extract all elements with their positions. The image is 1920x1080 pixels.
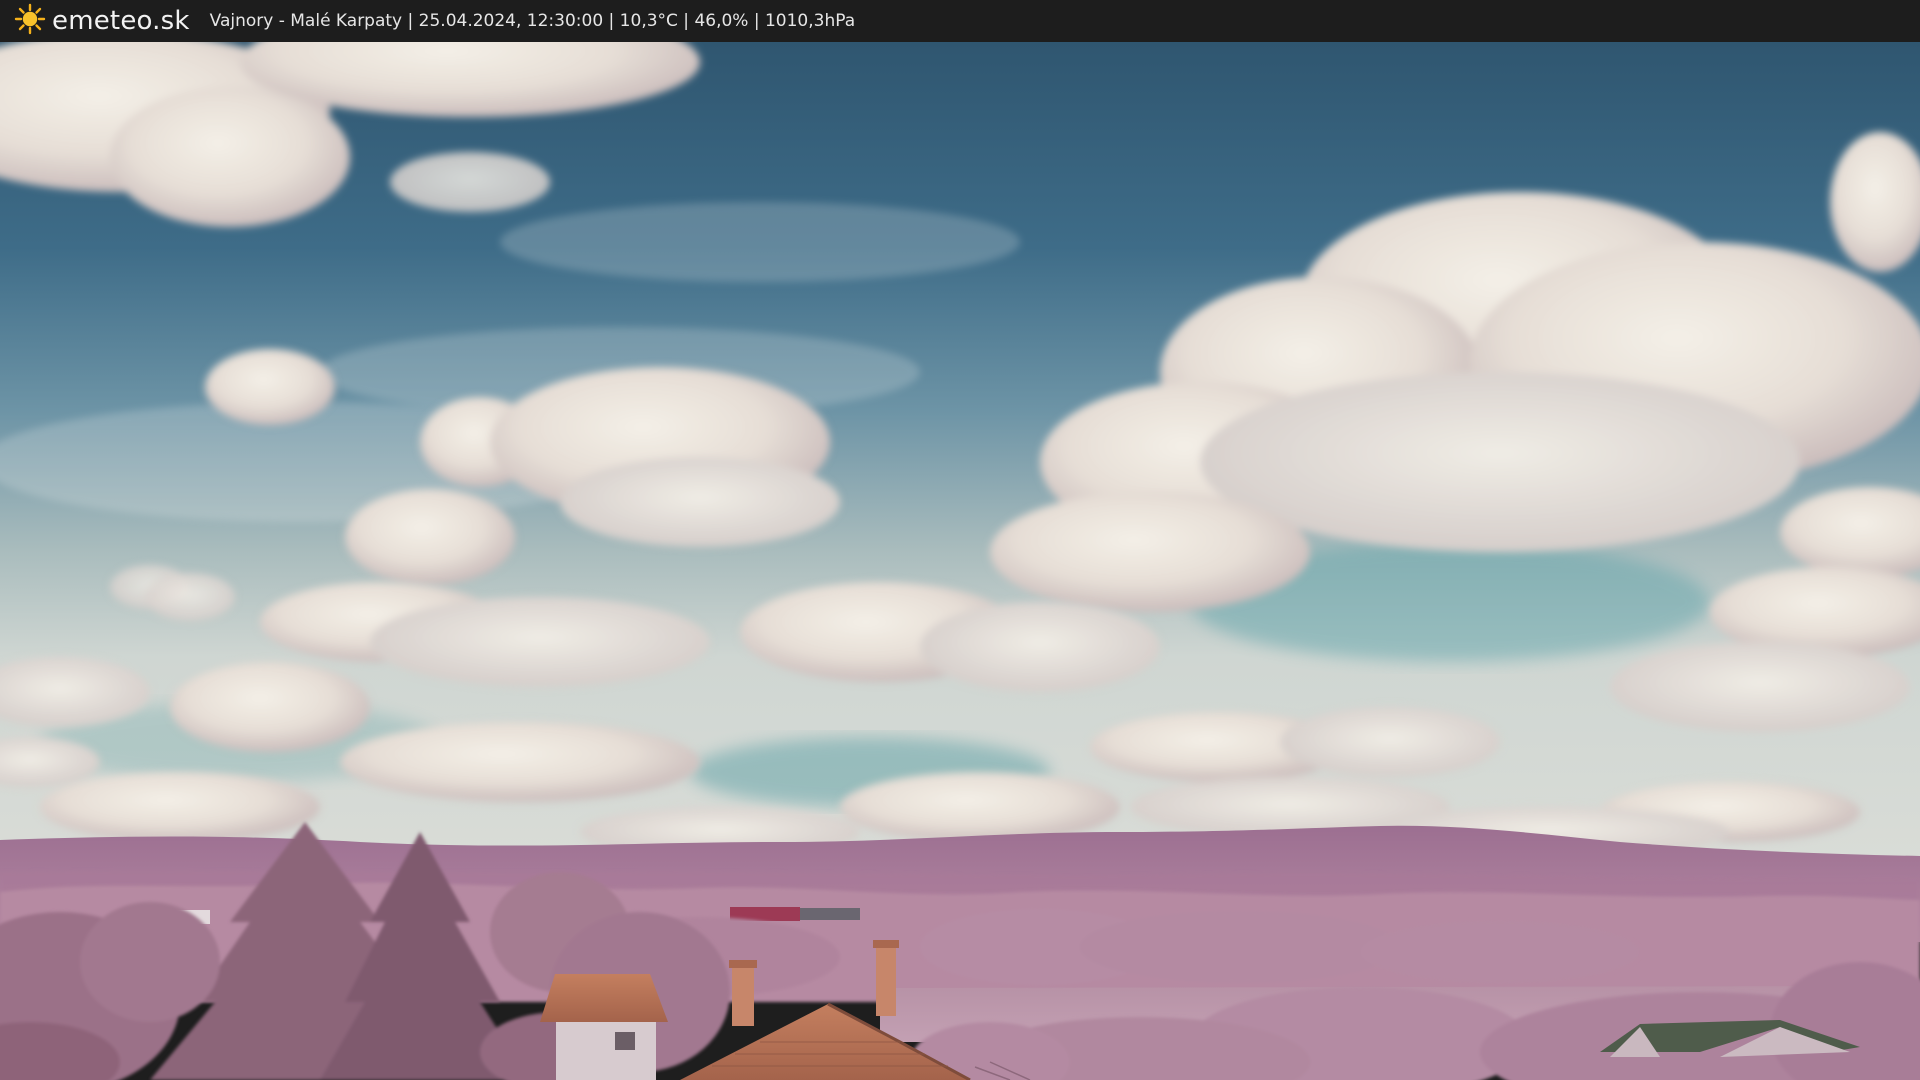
- sun-icon: [14, 3, 46, 39]
- weather-caption: Vajnory - Malé Karpaty | 25.04.2024, 12:…: [209, 11, 856, 31]
- caption-bar: emeteo.sk Vajnory - Malé Karpaty | 25.04…: [0, 0, 1920, 42]
- webcam-image: [0, 42, 1920, 1080]
- logo-text: emeteo.sk: [52, 6, 190, 36]
- webcam-frame: emeteo.sk Vajnory - Malé Karpaty | 25.04…: [0, 0, 1920, 1080]
- emeteo-logo[interactable]: emeteo.sk: [14, 0, 190, 42]
- house-small: [540, 974, 668, 1080]
